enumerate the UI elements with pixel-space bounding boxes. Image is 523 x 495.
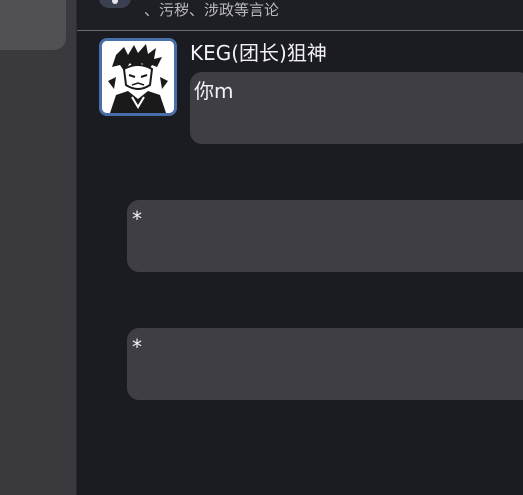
message-bubble[interactable]: * [127,328,523,400]
sidebar-divider [76,0,77,495]
message-text: * [131,335,144,359]
sender-avatar[interactable] [99,38,177,116]
message-bubble[interactable]: 你m [190,72,523,144]
message-text: * [131,207,144,231]
chat-window: 、污秽、涉政等言论 KEG(团长)狙神 你m * * [0,0,523,495]
message-bubble[interactable]: * [127,200,523,272]
anime-avatar-icon [102,41,174,113]
notice-text: 、污秽、涉政等言论 [144,1,280,19]
left-sidebar-panel [0,0,76,495]
message-text: 你m [194,79,234,103]
sidebar-card[interactable] [0,0,66,50]
sender-name[interactable]: KEG(团长)狙神 [190,40,327,66]
